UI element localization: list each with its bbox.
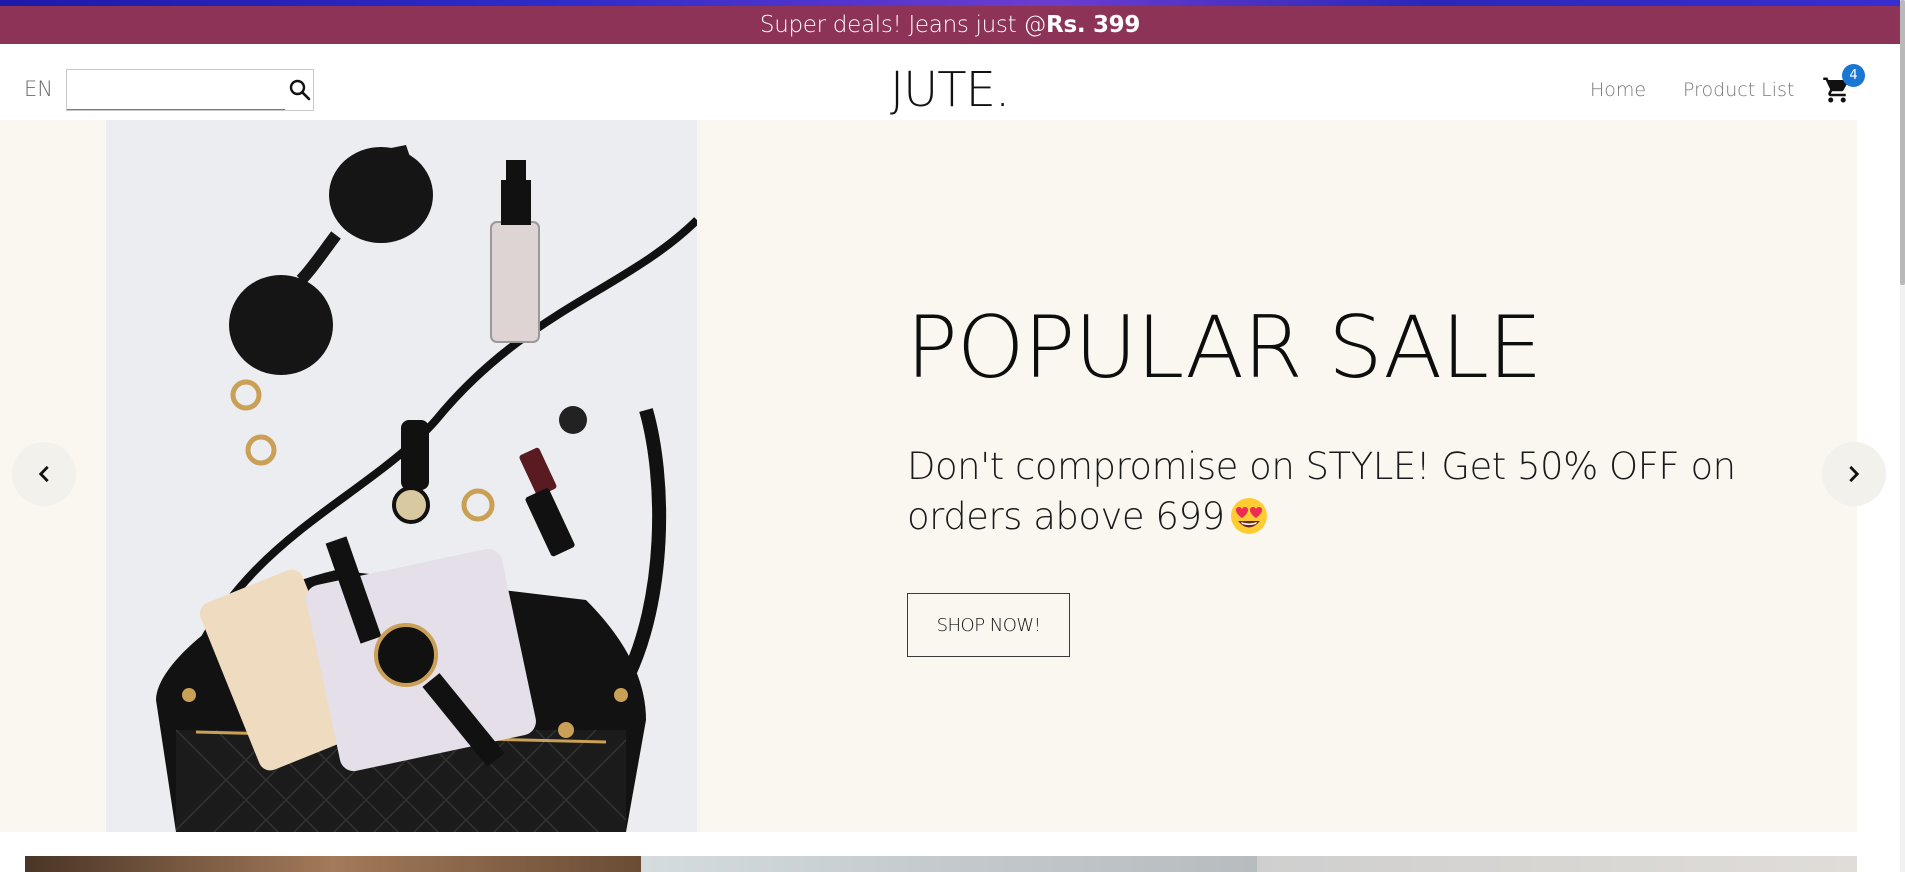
- category-thumbnail[interactable]: [1257, 856, 1857, 872]
- cart-count-badge: 4: [1842, 64, 1865, 87]
- hero-title: POPULAR SALE: [906, 298, 1542, 398]
- nav-product-list-link[interactable]: Product List: [1683, 79, 1794, 101]
- search-icon: [289, 79, 311, 101]
- scrollbar-thumb[interactable]: [1900, 0, 1905, 285]
- carousel-next-button[interactable]: [1822, 442, 1886, 506]
- hero-subtitle-text: Don't compromise on STYLE! Get 50% OFF o…: [907, 445, 1736, 538]
- category-thumbnail[interactable]: [25, 856, 641, 872]
- chevron-right-icon: [1849, 465, 1860, 483]
- hero-carousel: POPULAR SALE Don't compromise on STYLE! …: [0, 120, 1900, 832]
- category-thumbnails: [25, 856, 1857, 872]
- nav-home-link[interactable]: Home: [1590, 79, 1646, 101]
- language-selector[interactable]: EN: [24, 77, 53, 101]
- page-scrollbar[interactable]: [1900, 0, 1905, 872]
- announcement-bar: Super deals! Jeans just @Rs. 399: [0, 6, 1900, 44]
- carousel-prev-button[interactable]: [12, 442, 76, 506]
- announcement-text: Super deals! Jeans just @: [759, 12, 1047, 38]
- hero-subtitle: Don't compromise on STYLE! Get 50% OFF o…: [907, 442, 1777, 542]
- chevron-left-icon: [38, 465, 49, 483]
- announcement-price: Rs. 399: [1046, 12, 1141, 38]
- shop-now-button[interactable]: SHOP NOW!: [907, 593, 1070, 657]
- hero-product-image: [106, 120, 697, 832]
- search-button[interactable]: [285, 70, 315, 110]
- category-thumbnail[interactable]: [641, 856, 1257, 872]
- site-header: EN JUTE. Home Product List 4: [0, 44, 1900, 120]
- search-bar: [66, 69, 314, 111]
- site-logo[interactable]: JUTE.: [890, 62, 1010, 118]
- search-input[interactable]: [67, 70, 285, 110]
- heart-eyes-emoji-icon: [1230, 498, 1267, 534]
